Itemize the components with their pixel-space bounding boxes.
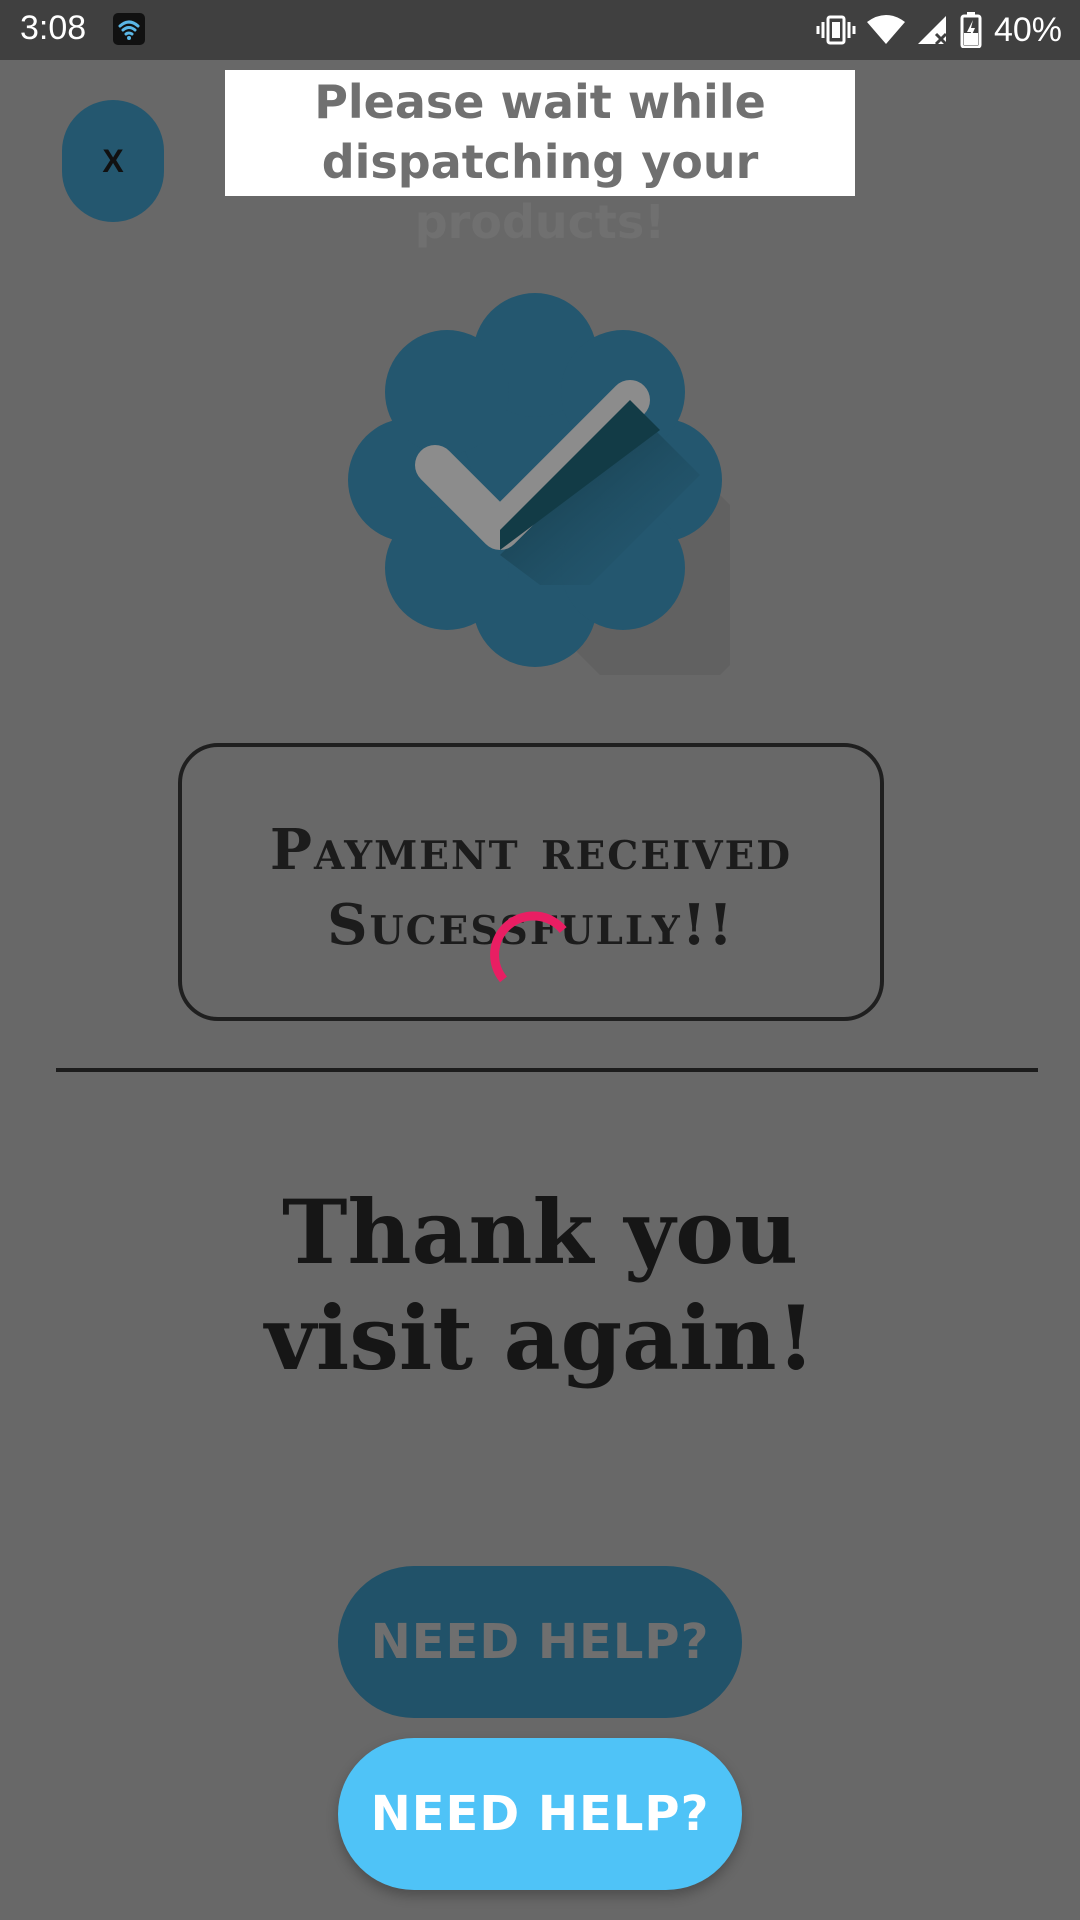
thank-you-line1: Thank you xyxy=(282,1180,798,1284)
dispatch-message-box: Please wait while dispatching your produ… xyxy=(225,70,855,249)
wifi-icon xyxy=(866,14,906,46)
divider xyxy=(56,1068,1038,1072)
need-help-button[interactable]: NEED HELP? xyxy=(338,1738,742,1890)
loading-spinner-icon xyxy=(480,900,570,990)
screen: 3:08 40% X Payment received Sucessfully!… xyxy=(0,0,1080,1920)
status-icons: 40% xyxy=(816,10,1062,50)
signal-icon xyxy=(916,14,950,46)
battery-charging-icon xyxy=(960,12,982,48)
payment-status-line1: Payment received xyxy=(269,817,793,883)
dispatch-message-line1: Please wait while xyxy=(314,75,766,129)
verified-check-badge-icon xyxy=(340,285,810,735)
dispatch-message-line2: dispatching your products! xyxy=(321,135,759,249)
wifi-notification-icon xyxy=(112,12,146,46)
need-help-button-background: NEED HELP? xyxy=(338,1566,742,1718)
status-bar: 3:08 40% xyxy=(0,0,1080,60)
thank-you-line2: visit again! xyxy=(264,1286,816,1390)
close-button[interactable]: X xyxy=(62,100,164,222)
status-time: 3:08 xyxy=(20,9,87,47)
battery-percentage: 40% xyxy=(993,10,1062,49)
vibrate-icon xyxy=(816,13,856,47)
